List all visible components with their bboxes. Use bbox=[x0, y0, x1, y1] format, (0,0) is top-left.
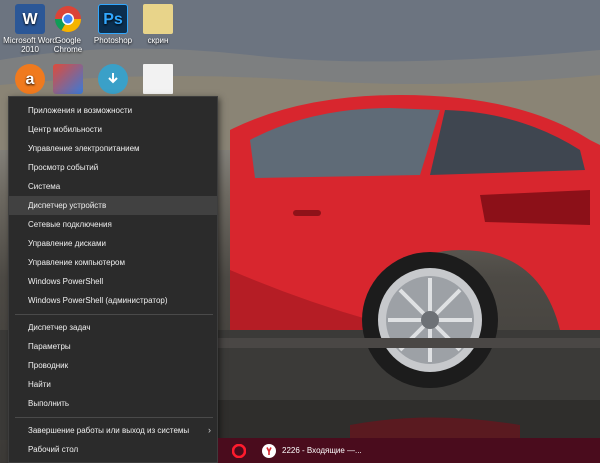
menu-item-search[interactable]: Найти bbox=[9, 375, 217, 394]
opera-taskbar-button[interactable] bbox=[232, 438, 256, 463]
menu-item-device-manager[interactable]: Диспетчер устройств bbox=[9, 196, 217, 215]
opera-icon bbox=[232, 443, 246, 458]
taskbar: 2226 - Входящие —... bbox=[218, 438, 600, 463]
menu-item-event-viewer[interactable]: Просмотр событий bbox=[9, 158, 217, 177]
menu-item-system[interactable]: Система bbox=[9, 177, 217, 196]
taskbar-window-title: 2226 - Входящие —... bbox=[282, 446, 362, 455]
menu-item-run[interactable]: Выполнить bbox=[9, 394, 217, 413]
menu-separator bbox=[15, 314, 213, 315]
document-icon[interactable] bbox=[130, 64, 186, 96]
menu-item-power-options[interactable]: Управление электропитанием bbox=[9, 139, 217, 158]
menu-item-network-connections[interactable]: Сетевые подключения bbox=[9, 215, 217, 234]
icon-label: скрин bbox=[147, 36, 169, 45]
ps-icon: Ps bbox=[98, 4, 128, 34]
menu-item-disk-management[interactable]: Управление дисками bbox=[9, 234, 217, 253]
menu-item-file-explorer[interactable]: Проводник bbox=[9, 356, 217, 375]
menu-item-task-manager[interactable]: Диспетчер задач bbox=[9, 318, 217, 337]
menu-item-powershell[interactable]: Windows PowerShell bbox=[9, 272, 217, 291]
text-document-icon bbox=[143, 64, 173, 94]
menu-separator bbox=[15, 417, 213, 418]
menu-item-shutdown-signout[interactable]: Завершение работы или выход из системы › bbox=[9, 421, 217, 440]
menu-item-apps-features[interactable]: Приложения и возможности bbox=[9, 101, 217, 120]
winx-context-menu: Приложения и возможности Центр мобильнос… bbox=[8, 96, 218, 463]
skrin-folder-icon[interactable]: скрин bbox=[130, 4, 186, 45]
yandex-icon bbox=[262, 443, 276, 458]
menu-item-desktop[interactable]: Рабочий стол bbox=[9, 440, 217, 459]
menu-item-settings[interactable]: Параметры bbox=[9, 337, 217, 356]
yandex-browser-taskbar-button[interactable]: 2226 - Входящие —... bbox=[262, 438, 402, 463]
menu-item-computer-management[interactable]: Управление компьютером bbox=[9, 253, 217, 272]
menu-item-label: Завершение работы или выход из системы bbox=[28, 426, 190, 435]
menu-item-mobility-center[interactable]: Центр мобильности bbox=[9, 120, 217, 139]
folder-icon bbox=[143, 4, 173, 34]
download-arrow-icon bbox=[98, 64, 128, 94]
chrome-icon bbox=[53, 4, 83, 34]
menu-item-powershell-admin[interactable]: Windows PowerShell (администратор) bbox=[9, 291, 217, 310]
setup-icon bbox=[53, 64, 83, 94]
chevron-right-icon: › bbox=[208, 425, 211, 435]
